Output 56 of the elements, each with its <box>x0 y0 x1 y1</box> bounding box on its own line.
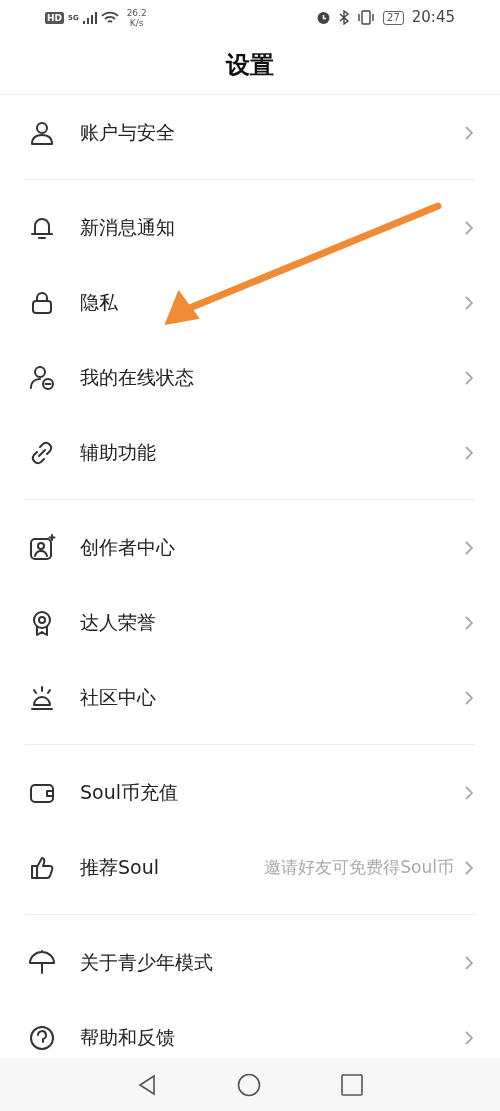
settings-row[interactable]: Soul币充值 <box>0 755 500 830</box>
chevron-icon <box>464 784 474 801</box>
settings-row[interactable]: 社区中心 <box>0 660 500 735</box>
settings-row[interactable]: 推荐Soul 邀请好友可免费得Soul币 <box>0 830 500 905</box>
row-label: 我的在线状态 <box>80 365 195 391</box>
row-label: 社区中心 <box>80 685 157 711</box>
row-label: 推荐Soul <box>80 855 160 881</box>
recents-nav-icon[interactable] <box>341 1073 363 1096</box>
chevron-icon <box>464 124 474 141</box>
speed-unit: K/s <box>128 17 145 28</box>
hd-badge: HD <box>45 11 64 24</box>
back-nav-icon[interactable] <box>137 1073 157 1096</box>
user-status-icon <box>28 363 56 392</box>
alarm-light-icon <box>28 683 56 712</box>
vibrate-icon <box>357 10 376 25</box>
chevron-icon <box>464 539 474 556</box>
chevron-icon <box>464 689 474 706</box>
settings-row[interactable]: 帮助和反馈 <box>0 1000 500 1058</box>
settings-row[interactable]: 账户与安全 <box>0 95 500 170</box>
row-label: 账户与安全 <box>80 120 176 146</box>
row-label: 辅助功能 <box>80 440 157 466</box>
row-label: 隐私 <box>80 290 119 316</box>
settings-row[interactable]: 关于青少年模式 <box>0 925 500 1000</box>
settings-row[interactable]: 达人荣誉 <box>0 585 500 660</box>
row-label: 创作者中心 <box>80 535 176 561</box>
page-title: 设置 <box>226 48 274 81</box>
settings-row[interactable]: 隐私 <box>0 265 500 340</box>
clock-time: 20:45 <box>411 7 455 29</box>
portrait-icon <box>28 533 56 562</box>
row-label: Soul币充值 <box>80 780 179 806</box>
row-label: 新消息通知 <box>80 215 176 241</box>
settings-row[interactable]: 新消息通知 <box>0 190 500 265</box>
wifi-icon <box>100 10 119 25</box>
row-label: 达人荣誉 <box>80 610 157 636</box>
settings-row[interactable]: 创作者中心 <box>0 510 500 585</box>
help-icon <box>28 1023 56 1052</box>
chevron-icon <box>464 859 474 876</box>
chevron-icon <box>464 444 474 461</box>
chevron-icon <box>464 294 474 311</box>
bluetooth-icon <box>339 10 350 25</box>
row-label: 关于青少年模式 <box>80 950 214 976</box>
chevron-icon <box>464 1029 474 1046</box>
chevron-icon <box>464 369 474 386</box>
signal-icon <box>82 11 97 24</box>
chevron-icon <box>464 219 474 236</box>
row-hint: 邀请好友可免费得Soul币 <box>264 855 454 879</box>
chevron-icon <box>464 954 474 971</box>
row-label: 帮助和反馈 <box>80 1025 176 1051</box>
home-nav-icon[interactable] <box>237 1072 261 1097</box>
chevron-icon <box>464 614 474 631</box>
settings-row[interactable]: 我的在线状态 <box>0 340 500 415</box>
network-speed: 26.2 <box>126 7 147 18</box>
battery-level: 27 <box>383 10 404 25</box>
umbrella-icon <box>28 948 56 977</box>
alarm-icon <box>316 10 332 25</box>
settings-row[interactable]: 辅助功能 <box>0 415 500 490</box>
